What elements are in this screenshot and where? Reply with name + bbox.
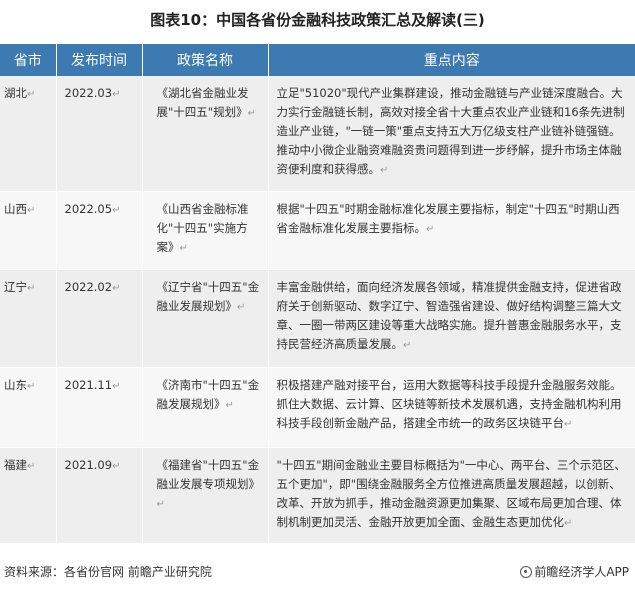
policy-cell: 《湖北省金融业发展"十四五"规划》 — [156, 86, 249, 119]
return-mark: ↵ — [247, 108, 256, 119]
table-header-row: 省市 发布时间 政策名称 重点内容 — [0, 44, 635, 76]
province-cell: 辽宁 — [4, 279, 27, 294]
page-title: 图表10：中国各省份金融科技政策汇总及解读(三) — [150, 11, 485, 29]
date-cell: 2021.09 — [64, 457, 113, 472]
return-mark: ↵ — [225, 399, 234, 411]
policy-cell: 《福建省"十四五"金融业发展专项规划》 — [156, 457, 261, 491]
return-mark: ↵ — [27, 460, 36, 472]
return-mark: ↵ — [27, 89, 36, 100]
source-note: 资料来源：各省份官网 前瞻产业研究院 — [4, 565, 212, 579]
return-mark: ↵ — [27, 282, 36, 294]
content-cell: "十四五"期间金融业主要目标概括为"一中心、两平台、三个示范区、五个更加"，即"… — [276, 457, 626, 529]
policy-cell: 《济南市"十四五"金融发展规划》 — [156, 377, 260, 411]
return-mark: ↵ — [156, 498, 165, 510]
return-mark: ↵ — [426, 223, 435, 235]
return-mark: ↵ — [112, 282, 121, 294]
return-mark: ↵ — [403, 339, 412, 351]
province-cell: 山西 — [4, 201, 27, 216]
content-cell: 丰富金融供给，面向经济发展各领域，精准提供金融支持，促进省政府关于创新驱动、数字… — [276, 279, 622, 351]
date-cell: 2022.05 — [64, 201, 113, 216]
return-mark: ↵ — [112, 89, 121, 100]
return-mark: ↵ — [179, 242, 188, 254]
header-province: 省市 — [0, 44, 57, 76]
return-mark: ↵ — [564, 418, 573, 430]
policy-cell: 《山西省金融标准化"十四五"实施方案》 — [156, 201, 249, 254]
brand-logo-icon — [520, 566, 533, 578]
return-mark: ↵ — [564, 517, 573, 529]
return-mark: ↵ — [237, 301, 246, 313]
return-mark: ↵ — [27, 380, 36, 392]
date-cell: 2021.11 — [64, 377, 113, 392]
table-row: 山东↵ 2021.11↵ 《济南市"十四五"金融发展规划》↵ 积极搭建产融对接平… — [0, 367, 635, 448]
header-policy: 政策名称 — [142, 44, 269, 76]
header-content: 重点内容 — [268, 44, 635, 76]
table-row: 山西↵ 2022.05↵ 《山西省金融标准化"十四五"实施方案》↵ 根据"十四五… — [0, 191, 635, 270]
return-mark: ↵ — [112, 380, 121, 392]
table-row: 辽宁↵ 2022.02↵ 《辽宁省"十四五"金融业发展规划》↵ 丰富金融供给，面… — [0, 269, 635, 368]
province-cell: 福建 — [4, 457, 27, 472]
content-cell: 立足"51020"现代产业集群建设，推动金融链与产业链深度融合。大力实行金融链长… — [276, 86, 625, 176]
policy-table: 省市 发布时间 政策名称 重点内容 湖北↵ 2022.03↵ 《湖北省金融业发展… — [0, 44, 635, 544]
return-mark: ↵ — [112, 204, 121, 216]
return-mark: ↵ — [112, 460, 121, 472]
province-cell: 山东 — [4, 377, 27, 392]
content-cell: 根据"十四五"时期金融标准化发展主要指标，制定"十四五"时期山西省金融标准化发展… — [276, 201, 620, 235]
brand-credit: 前瞻经济学人APP — [520, 561, 629, 583]
table-row: 福建↵ 2021.09↵ 《福建省"十四五"金融业发展专项规划》↵ "十四五"期… — [0, 447, 635, 544]
return-mark: ↵ — [380, 165, 389, 176]
date-cell: 2022.03 — [64, 86, 113, 100]
date-cell: 2022.02 — [64, 279, 113, 294]
province-cell: 湖北 — [4, 86, 27, 100]
return-mark: ↵ — [27, 204, 36, 216]
brand-name: 前瞻经济学人APP — [534, 565, 629, 579]
table-row: 湖北↵ 2022.03↵ 《湖北省金融业发展"十四五"规划》↵ 立足"51020… — [0, 76, 635, 192]
header-date: 发布时间 — [56, 44, 143, 76]
footer: 资料来源：各省份官网 前瞻产业研究院 前瞻经济学人APP — [0, 561, 635, 583]
